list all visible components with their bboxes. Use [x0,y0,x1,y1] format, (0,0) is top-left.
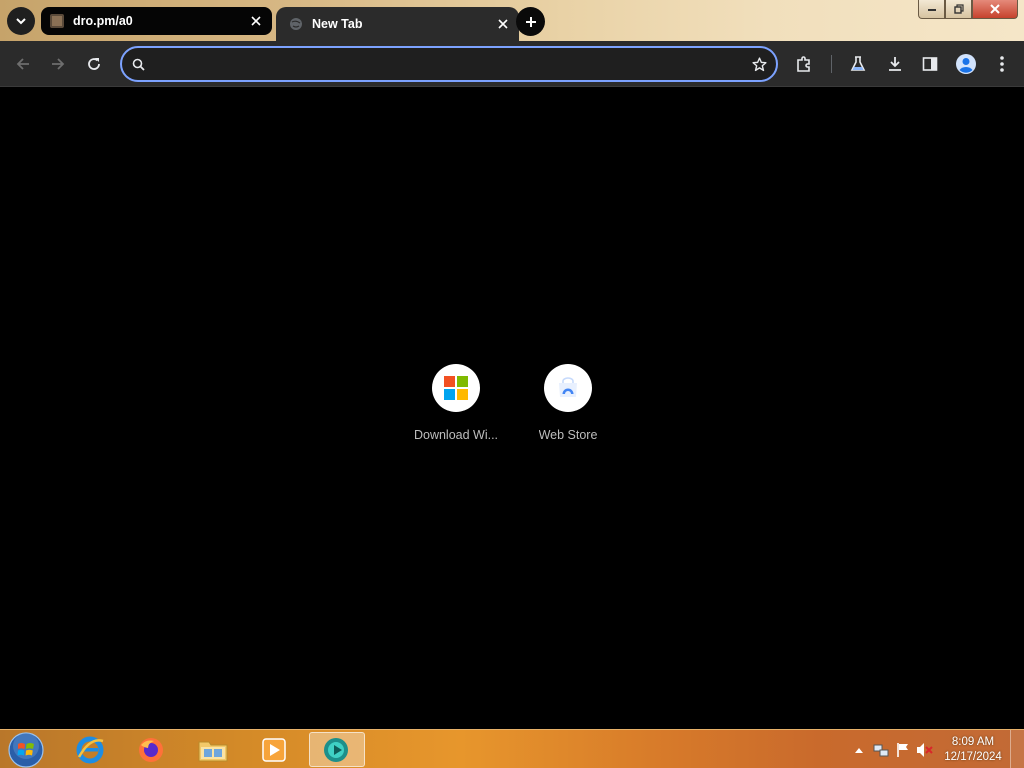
close-window-button[interactable] [972,0,1018,19]
menu-button[interactable] [988,50,1016,78]
tab-search-button[interactable] [7,7,35,35]
labs-button[interactable] [844,50,872,78]
close-tab-icon[interactable] [491,12,515,36]
flag-icon [897,742,908,757]
avatar-icon [956,54,976,74]
firefox-icon [139,737,163,762]
minimize-icon [927,9,936,11]
windows-logo-icon [444,376,468,400]
side-panel-button[interactable] [916,50,944,78]
puzzle-icon [797,56,810,72]
tab-title: dro.pm/a0 [73,14,133,28]
system-tray: 8:09 AM 12/17/2024 [848,730,1024,768]
shortcut-web-store[interactable]: Web Store [512,364,624,442]
chevron-down-icon [16,18,26,25]
volume-tray-icon[interactable] [914,739,936,761]
tab-new-tab[interactable]: New Tab [276,7,519,41]
clock[interactable]: 8:09 AM 12/17/2024 [936,735,1010,765]
minimize-button[interactable] [918,0,945,19]
restore-icon [953,4,964,14]
plus-icon [525,16,536,27]
web-store-icon [559,377,577,397]
toolbar-divider [831,55,832,73]
media-player-icon [262,737,286,762]
shortcut-label: Download Wi... [413,428,499,442]
shortcut-icon-circle [432,364,480,412]
file-explorer-icon [198,741,228,761]
downloads-button[interactable] [881,50,909,78]
search-icon [122,58,152,71]
extensions-button[interactable] [790,50,818,78]
clock-time: 8:09 AM [951,735,995,748]
clock-date: 12/17/2024 [944,750,1002,763]
show-desktop-button[interactable] [1010,730,1024,768]
taskbar-file-explorer[interactable] [185,732,241,767]
network-tray-icon[interactable] [870,739,892,761]
download-icon [889,57,901,71]
shortcut-download-windows[interactable]: Download Wi... [400,364,512,442]
action-center-tray-icon[interactable] [892,739,914,761]
forward-button[interactable] [44,50,72,78]
globe-icon [288,16,304,32]
chrome-app-icon [324,737,348,762]
tab-title: New Tab [312,17,363,31]
start-button[interactable] [6,731,46,768]
back-button[interactable] [9,50,37,78]
window-controls [918,0,1018,19]
taskbar-browser-active[interactable] [309,732,365,767]
restore-button[interactable] [945,0,972,19]
volume-muted-icon [917,742,933,757]
taskbar-internet-explorer[interactable] [62,732,118,767]
address-bar[interactable] [120,46,778,82]
tab-dro-pm[interactable]: dro.pm/a0 [41,7,272,35]
bookmark-star-icon[interactable] [742,56,776,73]
profile-button[interactable] [952,50,980,78]
close-icon [990,4,1000,14]
more-vert-icon [1000,56,1004,72]
side-panel-icon [922,57,938,71]
taskbar-media-player[interactable] [246,732,302,767]
address-input[interactable] [152,49,742,79]
reload-icon [88,58,100,70]
network-icon [873,744,889,756]
show-hidden-icons-button[interactable] [848,739,870,761]
taskbar: 8:09 AM 12/17/2024 [0,729,1024,768]
title-bar: dro.pm/a0 New Tab [0,0,1024,41]
flask-icon [850,56,866,71]
arrow-right-icon [52,58,65,70]
chevron-up-icon [855,747,863,753]
arrow-left-icon [16,58,29,70]
internet-explorer-icon [76,736,104,763]
new-tab-button[interactable] [516,7,545,36]
close-tab-icon[interactable] [244,9,268,33]
new-tab-page: Download Wi... Web Store [0,88,1024,729]
windows-start-orb-icon [8,731,44,768]
taskbar-firefox[interactable] [123,732,179,767]
browser-toolbar [0,41,1024,87]
shortcut-label: Web Store [538,428,598,442]
reload-button[interactable] [80,50,108,78]
shortcut-icon-circle [544,364,592,412]
site-favicon-icon [49,13,65,29]
